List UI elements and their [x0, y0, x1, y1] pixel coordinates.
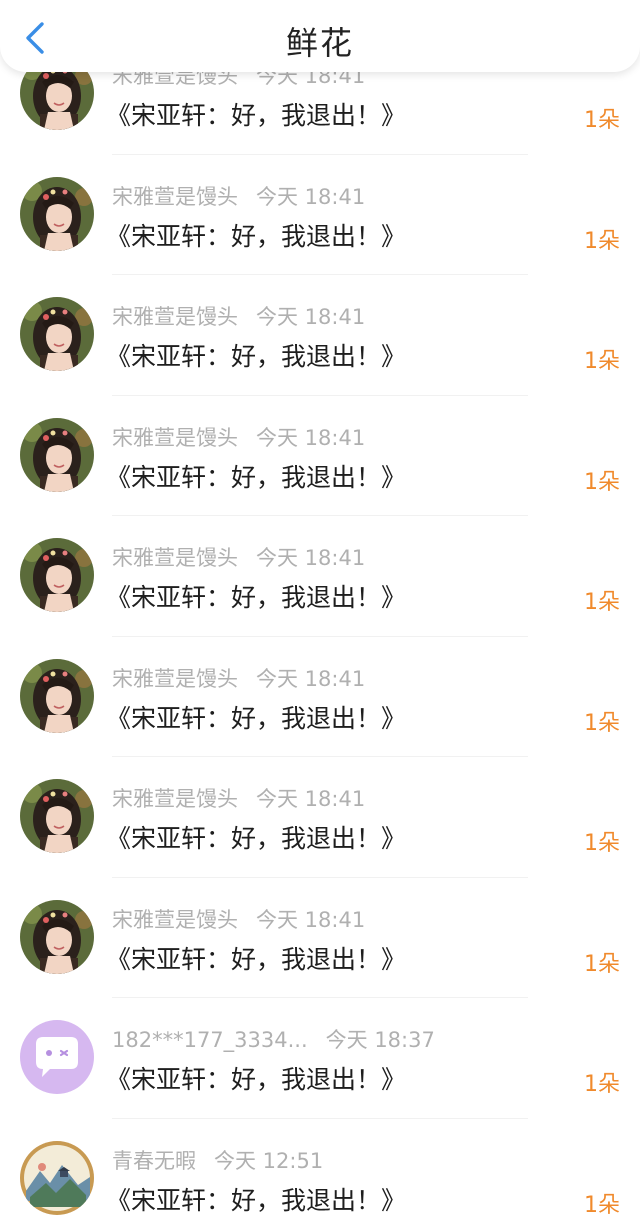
list-item[interactable]: 宋雅萱是馒头 今天 18:41 《宋亚轩：好，我退出！》 1朵: [0, 275, 640, 396]
sender-name[interactable]: 宋雅萱是馒头: [112, 426, 238, 450]
item-meta: 182***177_3334... 今天 18:37: [112, 1024, 435, 1054]
avatar[interactable]: [20, 1020, 94, 1094]
message-text: 《宋亚轩：好，我退出！》: [106, 101, 407, 130]
message-text: 《宋亚轩：好，我退出！》: [106, 462, 407, 492]
flower-count: 1朵: [584, 469, 620, 495]
message-text: 《宋亚轩：好，我退出！》: [106, 1065, 407, 1094]
timestamp: 今天 12:51: [214, 1148, 324, 1173]
girl-photo-icon: [20, 417, 94, 492]
flower-count: 1朵: [584, 349, 620, 374]
message-text: 《宋亚轩：好，我退出！》: [106, 342, 407, 371]
message-text: 《宋亚轩：好，我退出！》: [106, 583, 407, 612]
list-item[interactable]: 宋雅萱是馒头 今天 18:41 《宋亚轩：好，我退出！》 1朵: [0, 396, 640, 516]
timestamp: 今天 18:41: [256, 425, 366, 450]
sender-name[interactable]: 182***177_3334...: [112, 1028, 308, 1052]
item-meta: 宋雅萱是馒头 今天 18:41: [112, 542, 365, 572]
flower-count: 1朵: [584, 1072, 620, 1097]
flower-count: 1朵: [584, 108, 620, 133]
list-item[interactable]: 182***177_3334... 今天 18:37 《宋亚轩：好，我退出！》 1…: [0, 998, 640, 1119]
header-bar: 鲜花: [0, 0, 640, 72]
item-meta: 宋雅萱是馒头 今天 18:41: [112, 301, 365, 331]
timestamp: 今天 18:37: [325, 1028, 435, 1052]
page-title: 鲜花: [285, 24, 354, 62]
list-item[interactable]: 宋雅萱是馒头 今天 18:41 《宋亚轩：好，我退出！》 1朵: [0, 516, 640, 637]
timestamp: 今天 18:41: [256, 907, 366, 932]
sender-name[interactable]: 青春无暇: [112, 1149, 196, 1173]
flower-count: 1朵: [584, 590, 620, 615]
list-item[interactable]: 宋雅萱是馒头 今天 18:41 《宋亚轩：好，我退出！》 1朵: [0, 637, 640, 757]
timestamp: 今天 18:41: [256, 787, 366, 811]
landscape-painting-icon: [20, 1140, 94, 1215]
girl-photo-icon: [20, 899, 94, 974]
item-meta: 宋雅萱是馒头 今天 18:41: [112, 422, 365, 452]
avatar[interactable]: [20, 176, 94, 251]
flower-count: 1朵: [584, 951, 620, 977]
sender-name[interactable]: 宋雅萱是馒头: [112, 305, 238, 329]
timestamp: 今天 18:41: [256, 184, 366, 209]
girl-photo-icon: [20, 658, 94, 733]
message-text: 《宋亚轩：好，我退出！》: [106, 703, 407, 733]
avatar[interactable]: [20, 658, 94, 733]
flowers-page: 宋雅萱是馒头 今天 18:41 《宋亚轩：好，我退出！》 1朵 宋雅萱是馒头 今…: [0, 0, 640, 1225]
list-item[interactable]: 青春无暇 今天 12:51 《宋亚轩：好，我退出！》 1朵: [0, 1119, 640, 1225]
avatar[interactable]: [20, 417, 94, 492]
girl-photo-icon: [20, 538, 94, 612]
girl-photo-icon: [20, 176, 94, 251]
message-text: 《宋亚轩：好，我退出！》: [106, 824, 407, 853]
sender-name[interactable]: 宋雅萱是馒头: [112, 546, 238, 570]
flower-count: 1朵: [584, 710, 620, 736]
item-meta: 宋雅萱是馒头 今天 18:41: [112, 904, 365, 934]
sender-name[interactable]: 宋雅萱是馒头: [112, 185, 238, 209]
message-text: 《宋亚轩：好，我退出！》: [106, 1185, 407, 1215]
sender-name[interactable]: 宋雅萱是馒头: [112, 667, 238, 691]
girl-photo-icon: [20, 297, 94, 371]
flower-count: 1朵: [584, 831, 620, 856]
avatar[interactable]: [20, 297, 94, 371]
item-meta: 宋雅萱是馒头 今天 18:41: [112, 663, 365, 693]
message-text: 《宋亚轩：好，我退出！》: [106, 944, 407, 974]
chat-bubble-icon: [20, 1020, 94, 1094]
list-item[interactable]: 宋雅萱是馒头 今天 18:41 《宋亚轩：好，我退出！》 1朵: [0, 155, 640, 275]
item-meta: 宋雅萱是馒头 今天 18:41: [112, 783, 365, 813]
flower-count: 1朵: [584, 228, 620, 254]
sender-name[interactable]: 宋雅萱是馒头: [112, 787, 238, 811]
avatar[interactable]: [20, 779, 94, 853]
list-item[interactable]: 宋雅萱是馒头 今天 18:41 《宋亚轩：好，我退出！》 1朵: [0, 757, 640, 878]
sender-name[interactable]: 宋雅萱是馒头: [112, 908, 238, 932]
message-text: 《宋亚轩：好，我退出！》: [106, 221, 407, 251]
avatar[interactable]: [20, 1140, 94, 1215]
item-meta: 宋雅萱是馒头 今天 18:41: [112, 181, 365, 211]
item-meta: 青春无暇 今天 12:51: [112, 1145, 323, 1175]
avatar[interactable]: [20, 538, 94, 612]
timestamp: 今天 18:41: [256, 305, 366, 329]
flower-count: 1朵: [584, 1192, 620, 1218]
list-item[interactable]: 宋雅萱是馒头 今天 18:41 《宋亚轩：好，我退出！》 1朵: [0, 878, 640, 998]
avatar[interactable]: [20, 899, 94, 974]
timestamp: 今天 18:41: [256, 666, 366, 691]
timestamp: 今天 18:41: [256, 546, 366, 570]
girl-photo-icon: [20, 779, 94, 853]
flower-list: 宋雅萱是馒头 今天 18:41 《宋亚轩：好，我退出！》 1朵 宋雅萱是馒头 今…: [0, 34, 640, 1225]
